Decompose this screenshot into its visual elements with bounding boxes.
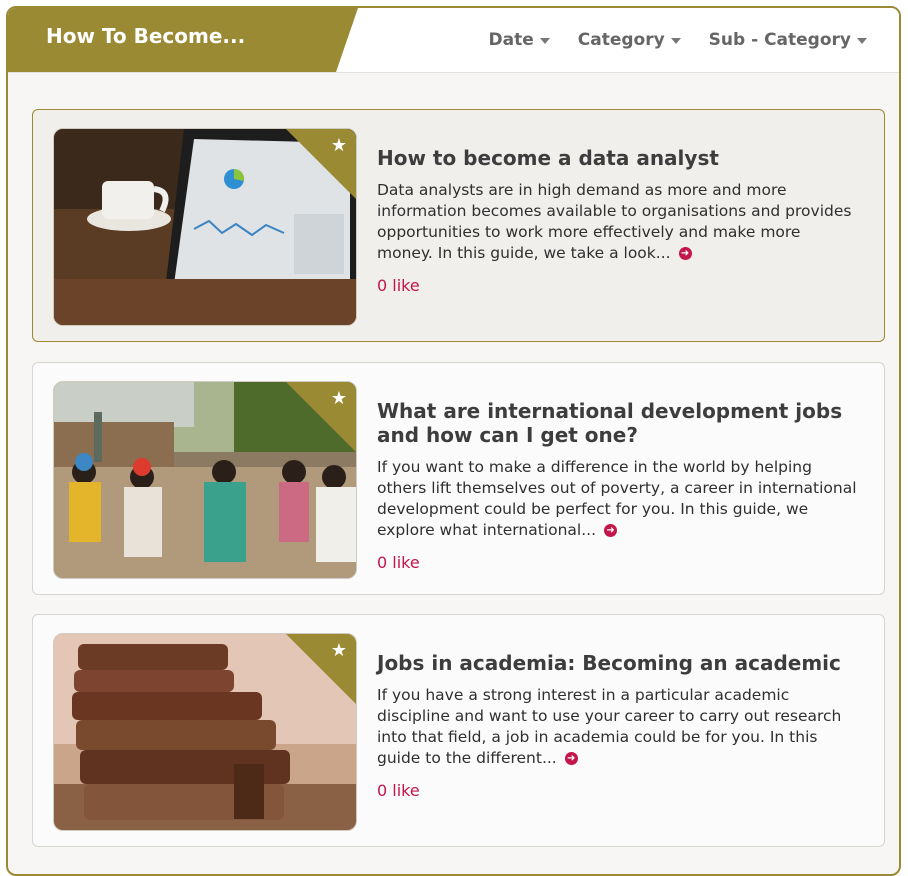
article-excerpt-text: Data analysts are in high demand as more… bbox=[377, 181, 852, 262]
article-card[interactable]: ★ How to become a data analyst Data anal… bbox=[32, 109, 885, 342]
article-title[interactable]: Jobs in academia: Becoming an academic bbox=[377, 651, 857, 675]
article-excerpt: If you have a strong interest in a parti… bbox=[377, 685, 857, 769]
article-excerpt-text: If you have a strong interest in a parti… bbox=[377, 686, 842, 767]
article-card[interactable]: ★ Jobs in academia: Becoming an academic… bbox=[32, 614, 885, 847]
category-filter-label: Category bbox=[577, 30, 665, 50]
chevron-down-icon bbox=[670, 38, 681, 44]
panel-header: How To Become... Date Category Sub - Cat… bbox=[8, 8, 899, 73]
article-thumbnail[interactable]: ★ bbox=[53, 128, 357, 326]
filter-bar: Date Category Sub - Category bbox=[489, 30, 867, 50]
article-card[interactable]: ★ What are international development job… bbox=[32, 362, 885, 595]
category-filter[interactable]: Category bbox=[578, 30, 681, 50]
star-icon[interactable]: ★ bbox=[331, 390, 347, 408]
sub-category-filter-label: Sub - Category bbox=[708, 30, 851, 50]
like-count[interactable]: 0 like bbox=[377, 781, 857, 800]
article-content: How to become a data analyst Data analys… bbox=[377, 146, 857, 295]
article-content: What are international development jobs … bbox=[377, 399, 857, 572]
read-more-icon[interactable]: ➜ bbox=[604, 524, 618, 537]
star-icon[interactable]: ★ bbox=[331, 642, 347, 660]
read-more-icon[interactable]: ➜ bbox=[678, 247, 692, 260]
chevron-down-icon bbox=[857, 38, 867, 44]
chevron-down-icon bbox=[539, 38, 550, 44]
article-excerpt-text: If you want to make a difference in the … bbox=[377, 458, 857, 539]
article-excerpt: Data analysts are in high demand as more… bbox=[377, 180, 857, 264]
like-count[interactable]: 0 like bbox=[377, 553, 857, 572]
article-thumbnail[interactable]: ★ bbox=[53, 381, 357, 579]
star-icon[interactable]: ★ bbox=[331, 137, 347, 155]
date-filter-label: Date bbox=[488, 30, 534, 50]
article-content: Jobs in academia: Becoming an academic I… bbox=[377, 651, 857, 800]
like-count[interactable]: 0 like bbox=[377, 276, 857, 295]
sub-category-filter[interactable]: Sub - Category bbox=[709, 30, 867, 50]
article-list-panel: How To Become... Date Category Sub - Cat… bbox=[6, 6, 901, 876]
article-excerpt: If you want to make a difference in the … bbox=[377, 457, 857, 541]
read-more-icon[interactable]: ➜ bbox=[564, 752, 578, 765]
date-filter[interactable]: Date bbox=[489, 30, 550, 50]
panel-title: How To Become... bbox=[46, 24, 246, 48]
article-title[interactable]: What are international development jobs … bbox=[377, 399, 857, 447]
article-title[interactable]: How to become a data analyst bbox=[377, 146, 857, 170]
article-thumbnail[interactable]: ★ bbox=[53, 633, 357, 831]
